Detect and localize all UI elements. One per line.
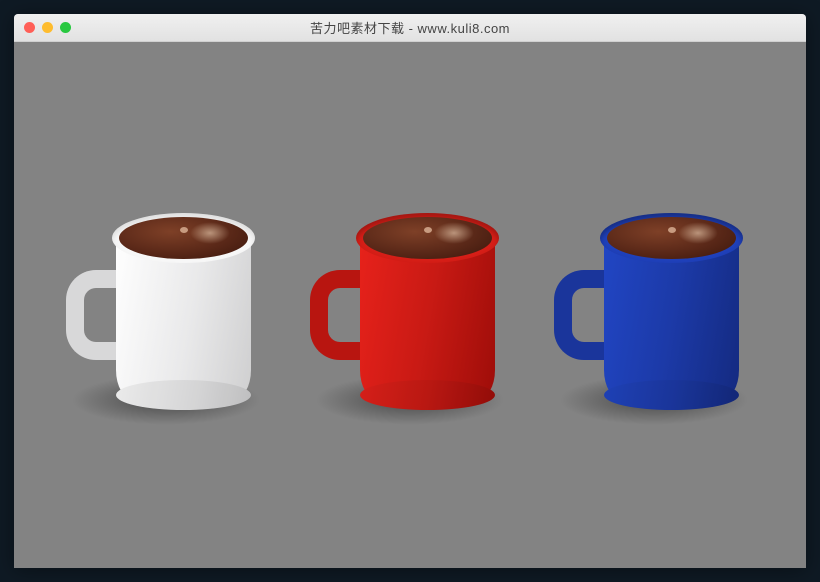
coffee-surface [607, 217, 736, 259]
window-title: 苦力吧素材下载 - www.kuli8.com [14, 18, 806, 37]
coffee-highlight-dot-icon [180, 227, 188, 233]
mug-white [56, 175, 276, 435]
maximize-icon[interactable] [60, 22, 71, 33]
coffee-highlight-dot-icon [424, 227, 432, 233]
mug-red [300, 175, 520, 435]
app-window: 苦力吧素材下载 - www.kuli8.com [14, 14, 806, 568]
mug-blue [544, 175, 764, 435]
coffee-highlight-icon [678, 222, 718, 244]
canvas-area [14, 42, 806, 568]
window-controls [24, 22, 71, 33]
coffee-surface [119, 217, 248, 259]
close-icon[interactable] [24, 22, 35, 33]
titlebar: 苦力吧素材下载 - www.kuli8.com [14, 14, 806, 42]
coffee-surface [363, 217, 492, 259]
coffee-highlight-icon [434, 222, 474, 244]
minimize-icon[interactable] [42, 22, 53, 33]
coffee-highlight-icon [190, 222, 230, 244]
coffee-highlight-dot-icon [668, 227, 676, 233]
